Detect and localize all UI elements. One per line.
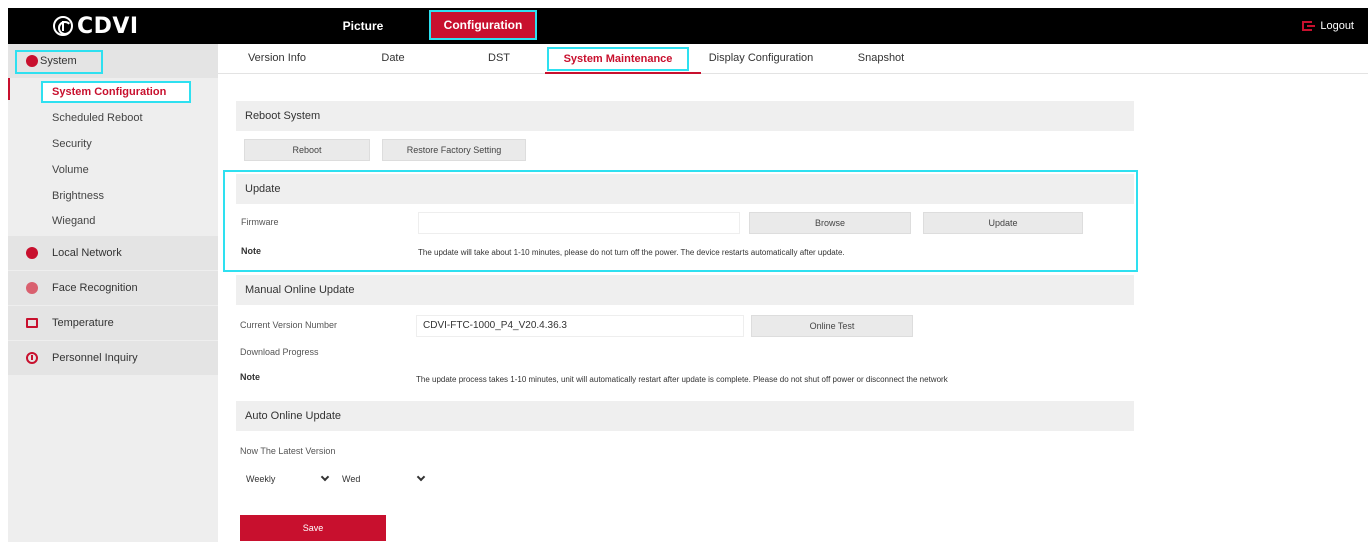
update-section-header: Update <box>236 174 1134 204</box>
tab-bar: Version Info Date DST System Maintenance… <box>218 44 1368 74</box>
day-value: Wed <box>342 474 361 484</box>
sidebar-item-face-recognition[interactable]: Face Recognition <box>8 271 218 305</box>
sidebar-item-label: Face Recognition <box>52 282 138 294</box>
frequency-value: Weekly <box>246 474 276 484</box>
sidebar-item-local-network[interactable]: Local Network <box>8 236 218 270</box>
active-tab-underline <box>545 72 701 74</box>
system-highlight <box>15 50 103 74</box>
current-version-label: Current Version Number <box>240 320 338 330</box>
day-select[interactable]: Wed <box>336 469 428 489</box>
logout-icon <box>1302 21 1316 31</box>
chevron-down-icon <box>320 472 330 482</box>
manual-note-label: Note <box>240 372 260 382</box>
reboot-button[interactable]: Reboot <box>244 139 370 161</box>
tab-system-maintenance[interactable]: System Maintenance <box>547 47 689 71</box>
logout-label: Logout <box>1320 20 1354 32</box>
network-icon <box>26 247 38 259</box>
nav-picture[interactable]: Picture <box>320 8 406 44</box>
sidebar-item-temperature[interactable]: Temperature <box>8 306 218 340</box>
sidebar-item-label: Personnel Inquiry <box>52 352 138 364</box>
sidebar-item-scheduled-reboot[interactable]: Scheduled Reboot <box>52 112 143 124</box>
online-test-button[interactable]: Online Test <box>751 315 913 337</box>
update-note-text: The update will take about 1-10 minutes,… <box>418 248 845 257</box>
download-progress-label: Download Progress <box>240 347 319 357</box>
chevron-down-icon <box>416 472 426 482</box>
browse-button[interactable]: Browse <box>749 212 911 234</box>
tab-snapshot[interactable]: Snapshot <box>846 44 916 72</box>
reboot-section-header: Reboot System <box>236 101 1134 131</box>
sidebar-item-brightness[interactable]: Brightness <box>52 190 104 202</box>
frequency-select[interactable]: Weekly <box>240 469 332 489</box>
tab-display-configuration[interactable]: Display Configuration <box>696 44 826 72</box>
manual-update-section-header: Manual Online Update <box>236 275 1134 305</box>
nav-configuration[interactable]: Configuration <box>429 10 537 40</box>
info-icon <box>26 352 38 364</box>
sidebar-item-personnel-inquiry[interactable]: Personnel Inquiry <box>8 341 218 375</box>
cdvi-logo: CDVI <box>53 11 139 41</box>
latest-version-label: Now The Latest Version <box>240 446 336 456</box>
tab-version-info[interactable]: Version Info <box>236 44 318 72</box>
save-button[interactable]: Save <box>240 515 386 541</box>
sidebar-item-label: Local Network <box>52 247 122 259</box>
sidebar-item-security[interactable]: Security <box>52 138 92 150</box>
sidebar-item-label: Temperature <box>52 317 114 329</box>
update-button[interactable]: Update <box>923 212 1083 234</box>
sidebar-item-system-configuration[interactable]: System Configuration <box>41 81 191 103</box>
tab-date[interactable]: Date <box>368 44 418 72</box>
firmware-field[interactable] <box>418 212 740 234</box>
active-marker <box>8 78 10 100</box>
firmware-label: Firmware <box>241 217 279 227</box>
sidebar-item-wiegand[interactable]: Wiegand <box>52 215 95 227</box>
tab-dst[interactable]: DST <box>474 44 524 72</box>
face-recognition-icon <box>26 282 38 294</box>
logo-text: CDVI <box>77 13 139 39</box>
cdvi-logo-icon <box>53 16 73 36</box>
current-version-field: CDVI-FTC-1000_P4_V20.4.36.3 <box>416 315 744 337</box>
restore-factory-button[interactable]: Restore Factory Setting <box>382 139 526 161</box>
top-bar: CDVI Picture Configuration Logout <box>8 8 1368 44</box>
monitor-icon <box>26 318 38 328</box>
sidebar-item-volume[interactable]: Volume <box>52 164 89 176</box>
auto-update-section-header: Auto Online Update <box>236 401 1134 431</box>
logout-button[interactable]: Logout <box>1302 8 1354 44</box>
update-note-label: Note <box>241 246 261 256</box>
manual-note-text: The update process takes 1-10 minutes, u… <box>416 375 948 384</box>
sidebar: System System Configuration Scheduled Re… <box>8 44 218 542</box>
